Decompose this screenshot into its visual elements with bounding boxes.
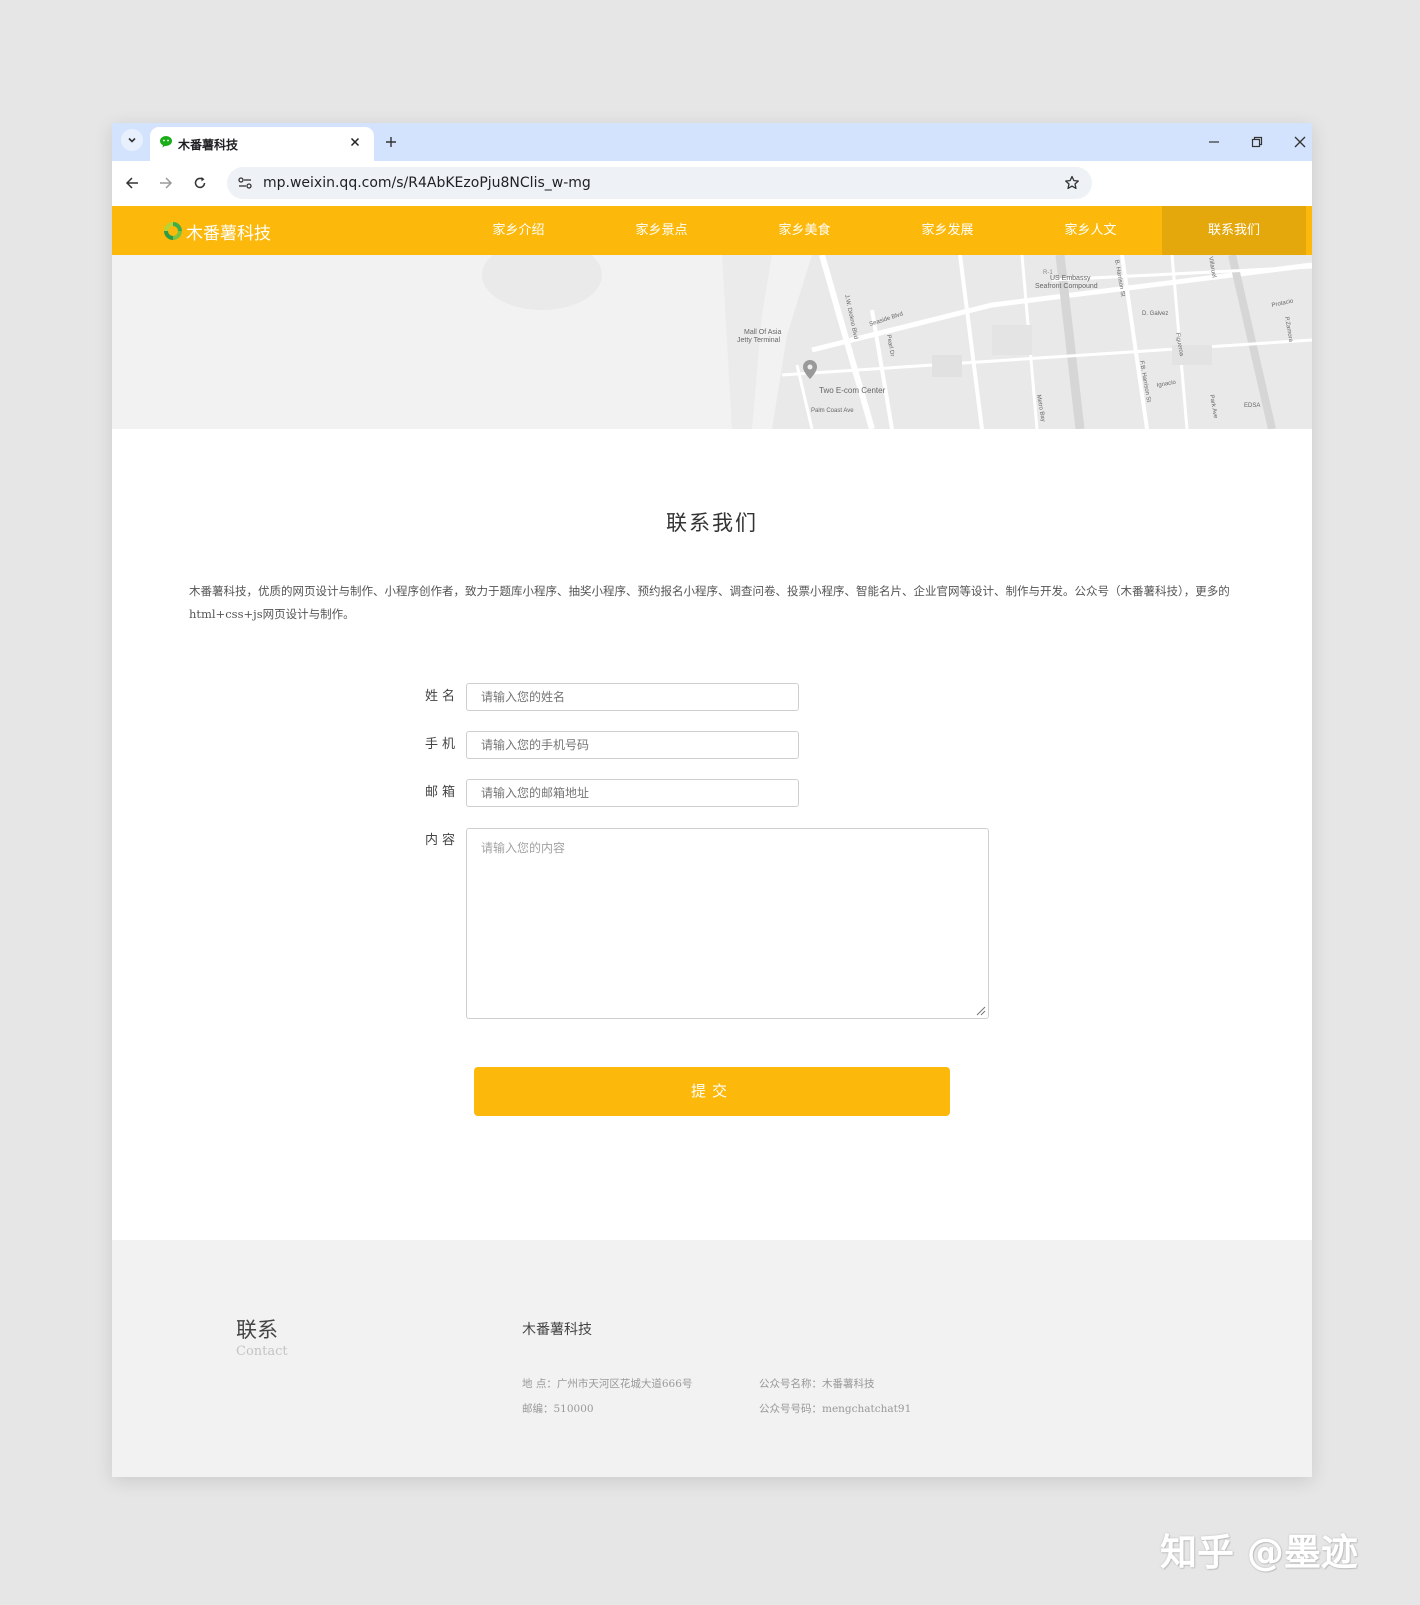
main-nav: 家乡介绍 家乡景点 家乡美食 家乡发展 家乡人文 联系我们 [447, 206, 1306, 255]
close-icon [1294, 136, 1306, 148]
chevron-down-icon [128, 137, 136, 143]
map-label-jetty: Jetty Terminal [737, 337, 780, 344]
footer-address: 地 点：广州市天河区花城大道666号 [522, 1378, 693, 1390]
footer-company: 木番薯科技 [522, 1322, 592, 1338]
submit-button[interactable]: 提交 [474, 1067, 950, 1116]
logo-text: 木番薯科技 [186, 223, 271, 244]
site-settings-icon [238, 177, 252, 189]
url-text: mp.weixin.qq.com/s/R4AbKEzoPju8NClis_w-m… [263, 175, 591, 191]
content-label: 内容 [424, 833, 459, 848]
map-label-route: R-1 [1043, 270, 1053, 276]
map-label-mall: Mall Of Asia [744, 329, 781, 336]
name-input[interactable] [466, 683, 799, 711]
content-placeholder: 请输入您的内容 [481, 841, 566, 855]
intro-paragraph: 木番薯科技，优质的网页设计与制作、小程序创作者，致力于题库小程序、抽奖小程序、预… [189, 584, 1230, 621]
map-label-galvez: D. Galvez [1142, 311, 1168, 317]
nav-item-contact[interactable]: 联系我们 [1162, 206, 1306, 255]
nav-item-attractions[interactable]: 家乡景点 [590, 206, 733, 255]
footer-title: 联系 [236, 1318, 278, 1342]
arrow-left-icon [125, 177, 138, 189]
map-graphic: US Embassy Seafront Compound Mall Of Asi… [112, 255, 1312, 429]
phone-input[interactable] [466, 731, 799, 759]
forward-button[interactable] [155, 172, 177, 194]
star-icon [1065, 175, 1079, 190]
nav-item-culture[interactable]: 家乡人文 [1019, 206, 1162, 255]
map-banner[interactable]: US Embassy Seafront Compound Mall Of Asi… [112, 255, 1312, 429]
phone-label: 手机 [424, 737, 459, 752]
logo-swirl-icon [164, 222, 182, 240]
map-label-palm: Palm Coast Ave [811, 408, 854, 414]
arrow-right-icon [160, 177, 173, 189]
resize-handle-icon[interactable] [974, 1004, 986, 1016]
tab-search-button[interactable] [121, 129, 143, 151]
close-icon [350, 137, 360, 147]
address-bar[interactable]: mp.weixin.qq.com/s/R4AbKEzoPju8NClis_w-m… [227, 167, 1092, 199]
back-button[interactable] [121, 172, 143, 194]
browser-toolbar: mp.weixin.qq.com/s/R4AbKEzoPju8NClis_w-m… [112, 161, 1312, 205]
new-tab-button[interactable] [380, 131, 402, 153]
wechat-icon [160, 136, 172, 148]
reload-icon [194, 177, 206, 189]
watermark: 知乎 @墨迹 [1160, 1531, 1358, 1574]
close-tab-button[interactable] [346, 133, 364, 151]
browser-window: 木番薯科技 mp.weixin.qq.com/s/R4AbKEzoPju8NCl… [112, 123, 1312, 1477]
map-label-edsa: EDSA [1244, 403, 1260, 409]
tab-title: 木番薯科技 [178, 138, 239, 152]
map-label-center: Two E-com Center [819, 386, 886, 395]
name-label: 姓名 [424, 689, 459, 704]
minimize-icon [1209, 141, 1219, 143]
map-label-seafront: Seafront Compound [1035, 283, 1098, 290]
nav-item-intro[interactable]: 家乡介绍 [447, 206, 590, 255]
restore-icon [1251, 136, 1263, 148]
footer-account-name: 公众号名称：木番薯科技 [759, 1378, 875, 1390]
footer-account-id: 公众号号码：mengchatchat91 [759, 1403, 912, 1415]
footer-subtitle: Contact [236, 1344, 288, 1359]
page-title: 联系我们 [666, 511, 758, 535]
bookmark-button[interactable] [1062, 173, 1082, 193]
nav-item-food[interactable]: 家乡美食 [733, 206, 876, 255]
email-input[interactable] [466, 779, 799, 807]
nav-item-development[interactable]: 家乡发展 [876, 206, 1019, 255]
email-label: 邮箱 [424, 785, 459, 800]
close-window-button[interactable] [1289, 131, 1311, 153]
minimize-button[interactable] [1203, 131, 1225, 153]
site-logo[interactable]: 木番薯科技 [162, 218, 271, 244]
content-textarea[interactable]: 请输入您的内容 [466, 828, 989, 1019]
restore-button[interactable] [1246, 131, 1268, 153]
plus-icon [386, 137, 396, 147]
site-header: 木番薯科技 家乡介绍 家乡景点 家乡美食 家乡发展 家乡人文 联系我们 [112, 206, 1312, 255]
site-footer: 联系 Contact 木番薯科技 地 点：广州市天河区花城大道666号 邮编：5… [112, 1240, 1312, 1477]
tab-strip: 木番薯科技 [112, 123, 1312, 161]
reload-button[interactable] [189, 172, 211, 194]
footer-postcode: 邮编：510000 [522, 1403, 594, 1415]
map-label-embassy: US Embassy [1050, 275, 1091, 282]
browser-tab[interactable]: 木番薯科技 [150, 127, 374, 161]
